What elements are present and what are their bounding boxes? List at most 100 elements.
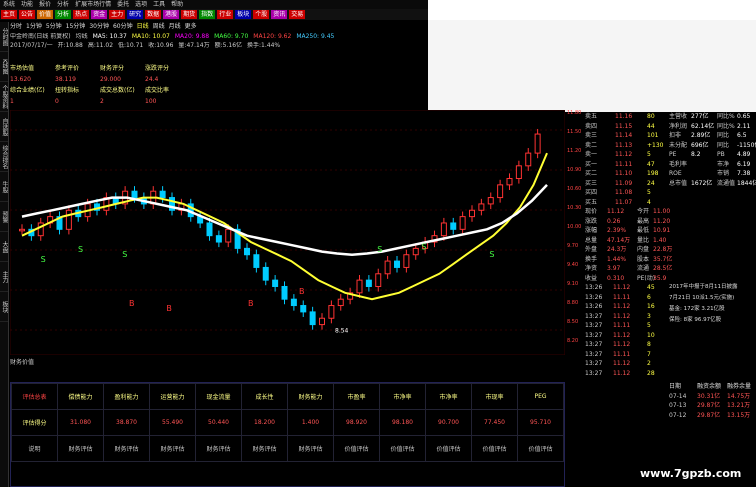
toolbar-button-4[interactable]: 热点 [73, 10, 90, 19]
margin-row-1: 07-13 29.87亿 13.21万 [669, 401, 756, 411]
period-tab-5[interactable]: 60分钟 [113, 22, 133, 32]
buy-row-3: 买四 11.08 5 [585, 188, 756, 198]
menu-item-8[interactable]: 帮助 [168, 0, 186, 9]
fin-foot-1: 财务评估 [57, 435, 104, 462]
sidebar-tab-7[interactable]: 大盘 [0, 232, 8, 262]
fin-score-4: 50.440 [195, 409, 242, 436]
finance-table: 评估总表 偿债能力 盈利能力 运营能力 现金流量 成长性 财务能力 市盈率 市净率 市净率 市现率 P… [10, 382, 565, 487]
toolbar-button-0[interactable]: 主页 [1, 10, 18, 19]
ind-head2-2: 成交总数(亿) [100, 87, 135, 94]
sidebar: 分时图 K线图 个股资料 自选股 综合排名 牛股 预警 大盘 主力 板块 [0, 22, 9, 487]
toolbar-button-10[interactable]: 期货 [181, 10, 198, 19]
margin-row-2-c2: 13.15万 [727, 411, 751, 419]
sidebar-tab-6[interactable]: 预警 [0, 202, 8, 232]
period-tab-1[interactable]: 1分钟 [26, 22, 42, 32]
toolbar-button-13[interactable]: 板块 [235, 10, 252, 19]
tick-row-9-c0: 13:27 [585, 369, 603, 377]
stat-row-0-c1: 11.12 [607, 208, 625, 215]
fin-head-0: 评估总表 [11, 383, 58, 410]
stat-row-5: 换手 1.44% 股本 35.7亿 [585, 255, 756, 265]
toolbar-button-12[interactable]: 行业 [217, 10, 234, 19]
sidebar-tab-0[interactable]: 分时图 [0, 22, 8, 52]
signal-s-4: S [421, 243, 426, 252]
toolbar-button-7[interactable]: 研究 [127, 10, 144, 19]
kline-chart[interactable]: S S S S S S B B B B 8.54 [10, 110, 565, 355]
fin-row-7-c0: 总市值 [669, 179, 688, 187]
toolbar-button-16[interactable]: 交易 [289, 10, 306, 19]
toolbar-button-6[interactable]: 主力 [109, 10, 126, 19]
sell-row-0-c1: 11.16 [615, 113, 633, 120]
menu-item-0[interactable]: 系统 [0, 0, 18, 9]
menu-item-2[interactable]: 报价 [36, 0, 54, 9]
period-tab-3[interactable]: 15分钟 [66, 22, 86, 32]
toolbar-button-8[interactable]: 数据 [145, 10, 162, 19]
notes: 2017年中报于8月11日披露 7月21日 10派1.5元(实施) 基金: 172家… [669, 282, 756, 326]
period-tab-8[interactable]: 月线 [169, 22, 181, 32]
bar-info-1: 开:10.88 [57, 42, 83, 49]
menu-item-6[interactable]: 选项 [132, 0, 150, 9]
blank-area-2 [428, 20, 756, 112]
toolbar-button-2[interactable]: 价值 [37, 10, 54, 19]
sell-row-4-c0: 卖一 [585, 151, 598, 158]
sidebar-tab-4[interactable]: 综合排名 [0, 142, 8, 172]
buy-row-2-c0: 买三 [585, 179, 598, 187]
candle-body-24 [244, 247, 250, 256]
toolbar-button-14[interactable]: 个股 [253, 10, 270, 19]
ind-val2-1: 0 [55, 98, 59, 105]
period-tab-4[interactable]: 30分钟 [89, 22, 109, 32]
menu-item-1[interactable]: 功能 [18, 0, 36, 9]
stat-row-7-c0: 收益 [585, 274, 598, 282]
tick-row-6-c0: 13:27 [585, 341, 603, 348]
sidebar-tab-3[interactable]: 自选股 [0, 112, 8, 142]
ind-head-2: 财务评分 [100, 65, 125, 72]
signal-b-1: B [166, 304, 172, 313]
toolbar-button-9[interactable]: 港股 [163, 10, 180, 19]
fin-head-10: 市现率 [471, 383, 518, 410]
period-tab-7[interactable]: 周线 [153, 22, 165, 32]
period-tab-2[interactable]: 5分钟 [46, 22, 62, 32]
price-tick-4: 10.60 [567, 186, 582, 192]
fin-score-7: 98.920 [333, 409, 380, 436]
period-tab-0[interactable]: 分时 [10, 22, 22, 32]
sidebar-tab-5[interactable]: 牛股 [0, 172, 8, 202]
sidebar-tab-2[interactable]: 个股资料 [0, 82, 8, 112]
tick-row-9: 13:27 11.12 28 [585, 369, 756, 379]
menu-item-3[interactable]: 分析 [54, 0, 72, 9]
fin-row-3-c0: 未分配 [669, 141, 688, 149]
period-tab-6[interactable]: 日线 [137, 22, 149, 32]
period-tab-9[interactable]: 更多 [185, 22, 197, 32]
candle-body-40 [394, 260, 400, 268]
sidebar-tab-1[interactable]: K线图 [0, 52, 8, 82]
buy-row-4-c0: 买五 [585, 198, 598, 206]
tick-row-0-c0: 13:26 [585, 284, 603, 291]
fin-row-5: 毛利率 市净 6.19 [669, 160, 756, 170]
bar-info-7: 换手:1.44% [247, 42, 281, 49]
fin-head-9: 市净率 [425, 383, 472, 410]
candle-body-36 [356, 279, 363, 294]
fin-foot-10: 价值评估 [471, 435, 518, 462]
candle-body-37 [365, 279, 372, 287]
indicator-table: 市场估值 参考评价 财务评分 涨跌评分 13.620 38.119 29.000 24.4 … [10, 63, 310, 107]
toolbar-button-5[interactable]: 资金 [91, 10, 108, 19]
sidebar-tab-9[interactable]: 板块 [0, 292, 8, 322]
bar-info-3: 低:10.71 [118, 42, 144, 49]
toolbar-button-15[interactable]: 资讯 [271, 10, 288, 19]
note-1: 7月21日 10派1.5元(实施) [669, 295, 735, 301]
sidebar-tab-8[interactable]: 主力 [0, 262, 8, 292]
signal-s-2: S [122, 250, 127, 259]
fin-row-2-c3: 6.5 [737, 132, 747, 139]
signal-s-3: S [377, 245, 382, 254]
fin-row-2-c1: 2.89亿 [691, 132, 711, 139]
ind-val-0: 13.620 [10, 76, 31, 83]
toolbar-button-1[interactable]: 公告 [19, 10, 36, 19]
menu-item-4[interactable]: 扩展市场行情 [72, 0, 114, 9]
menu-item-7[interactable]: 工具 [150, 0, 168, 9]
toolbar-button-3[interactable]: 分析 [55, 10, 72, 19]
candle-body-29 [290, 298, 297, 307]
ind-val-2: 29.000 [100, 76, 121, 83]
buy-row-4-c1: 11.07 [615, 198, 633, 206]
toolbar-button-11[interactable]: 指数 [199, 10, 216, 19]
bar-info-4: 收:10.96 [148, 42, 174, 49]
menu-item-5[interactable]: 委托 [114, 0, 132, 9]
buy-row-3-c2: 5 [647, 189, 651, 196]
